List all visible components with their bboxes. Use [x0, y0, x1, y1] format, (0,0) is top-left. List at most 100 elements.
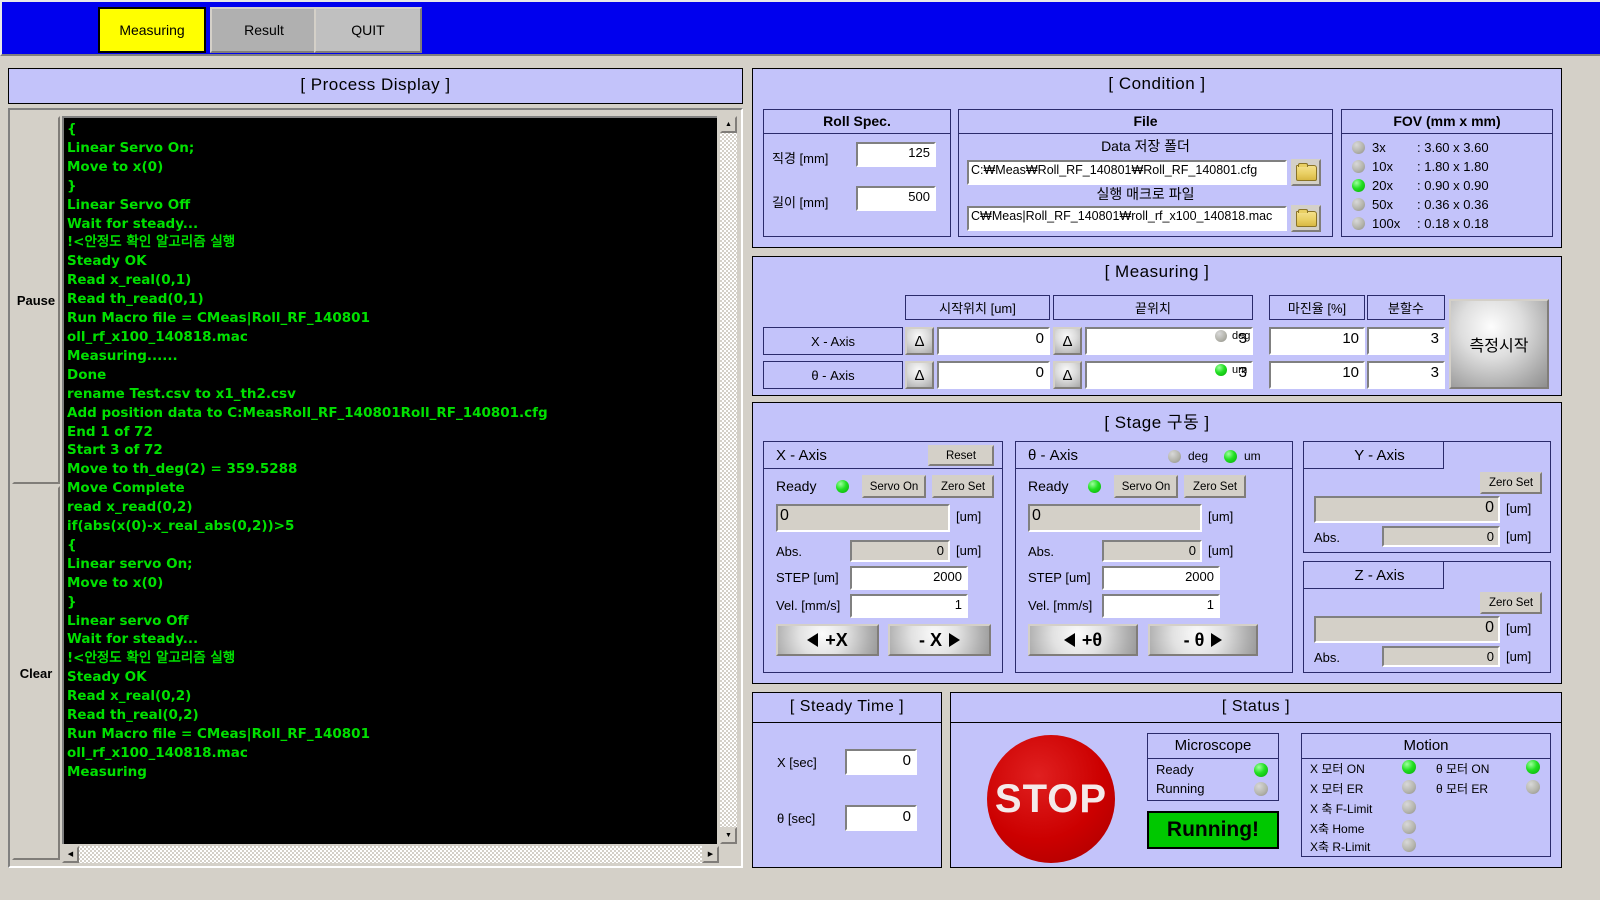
theta-ready-led-icon	[1088, 480, 1101, 493]
x-zero-set-button[interactable]: Zero Set	[932, 475, 994, 498]
theta-step-label: STEP [um]	[1028, 570, 1091, 585]
scroll-right-icon[interactable]: ▶	[702, 846, 719, 863]
theta-deg-label: deg	[1188, 449, 1209, 463]
tab-result-label: Result	[244, 22, 284, 38]
fov-mag-3x: 3x	[1372, 140, 1386, 155]
motion-title: Motion	[1302, 734, 1550, 759]
data-folder-browse-icon[interactable]	[1291, 159, 1321, 186]
measuring-x-start-input[interactable]: 0	[937, 327, 1050, 355]
theta-zero-set-button[interactable]: Zero Set	[1184, 475, 1246, 498]
theta-abs-label: Abs.	[1028, 544, 1055, 559]
fov-row[interactable]: 10x : 1.80 x 1.80	[1352, 157, 1489, 176]
measuring-x-start-delta-button[interactable]: Δ	[905, 327, 934, 355]
y-abs-readout: 0	[1382, 526, 1500, 547]
theta-um-led-icon	[1224, 450, 1237, 463]
x-jog-plus-label: +X	[825, 629, 848, 650]
macro-file-input[interactable]: C₩Meas|Roll_RF_140801₩roll_rf_x100_14081…	[967, 206, 1287, 231]
steady-theta-input[interactable]: 0	[845, 805, 917, 831]
stage-theta-axis-caption: θ - Axis	[1028, 446, 1079, 464]
z-zero-set-button[interactable]: Zero Set	[1480, 592, 1542, 614]
measuring-x-end-delta-button[interactable]: Δ	[1053, 327, 1082, 355]
x-vel-input[interactable]: 1	[850, 594, 968, 618]
steady-x-label: X [sec]	[777, 755, 817, 770]
x-jog-minus-button[interactable]: - X	[888, 624, 991, 656]
roll-length-input[interactable]: 500	[856, 186, 936, 211]
measuring-row-x-label: X - Axis	[763, 327, 903, 355]
z-zero-set-label: Zero Set	[1488, 597, 1534, 609]
console-vertical-scrollbar[interactable]: ▲ ▼	[720, 116, 737, 844]
theta-um-label: um	[1244, 449, 1261, 463]
theta-servo-on-button[interactable]: Servo On	[1114, 475, 1178, 498]
measuring-col-divisions: 분할수	[1367, 295, 1445, 320]
steady-x-input[interactable]: 0	[845, 749, 917, 775]
fov-row[interactable]: 100x : 0.18 x 0.18	[1352, 214, 1489, 233]
measuring-theta-start-delta-button[interactable]: Δ	[905, 361, 934, 389]
microscope-running-label: Running	[1156, 781, 1205, 796]
scroll-up-icon[interactable]: ▲	[720, 116, 737, 133]
tab-quit[interactable]: QUIT	[314, 7, 422, 53]
theta-step-input[interactable]: 2000	[1102, 566, 1220, 590]
data-folder-input[interactable]: C:₩Meas₩Roll_RF_140801₩Roll_RF_140801.cf…	[967, 160, 1287, 185]
stage-theta-axis-box: θ - Axis deg um Ready Servo On Zero Set …	[1015, 441, 1293, 673]
measuring-x-margin-input[interactable]: 10	[1269, 327, 1365, 355]
fov-row[interactable]: 20x : 0.90 x 0.90	[1352, 176, 1489, 195]
stop-button[interactable]: STOP	[987, 735, 1115, 863]
microscope-ready-label: Ready	[1156, 762, 1194, 777]
fov-group: FOV (mm x mm) 3x : 3.60 x 3.60 10x : 1.8…	[1341, 109, 1553, 237]
theta-jog-plus-label: +θ	[1081, 629, 1103, 650]
theta-vel-input[interactable]: 1	[1102, 594, 1220, 618]
macro-file-browse-icon[interactable]	[1291, 205, 1321, 232]
measuring-title: [ Measuring ]	[1104, 262, 1210, 281]
theta-jog-plus-button[interactable]: +θ	[1028, 624, 1138, 656]
left-arrow-icon	[807, 633, 819, 647]
measuring-col-end: 끝위치	[1053, 295, 1253, 320]
theta-abs-readout: 0	[1102, 540, 1202, 562]
x-servo-on-button[interactable]: Servo On	[862, 475, 926, 498]
pause-button[interactable]: Pause	[12, 116, 60, 484]
fov-row[interactable]: 3x : 3.60 x 3.60	[1352, 138, 1489, 157]
tab-quit-label: QUIT	[351, 22, 385, 38]
measuring-theta-margin-input[interactable]: 10	[1269, 361, 1365, 389]
measuring-unit-deg[interactable]: deg	[1215, 330, 1250, 342]
x-jog-plus-button[interactable]: +X	[776, 624, 879, 656]
motion-theta-motor-on-led-icon	[1526, 760, 1540, 774]
measuring-col-margin: 마진율 [%]	[1269, 295, 1365, 320]
theta-jog-minus-button[interactable]: - θ	[1148, 624, 1258, 656]
tab-result[interactable]: Result	[210, 7, 318, 53]
motion-theta-motor-er-label: θ 모터 ER	[1436, 782, 1489, 796]
fov-value-10x: : 1.80 x 1.80	[1417, 159, 1489, 174]
console-horizontal-scrollbar[interactable]: ◀ ▶	[62, 846, 719, 863]
roll-spec-title: Roll Spec.	[764, 110, 950, 134]
y-zero-set-button[interactable]: Zero Set	[1480, 472, 1542, 494]
tab-measuring[interactable]: Measuring	[98, 7, 206, 53]
fov-led-3x	[1352, 141, 1365, 154]
stage-z-axis-caption: Z - Axis	[1354, 566, 1405, 584]
motion-x-motor-on-led-icon	[1402, 760, 1416, 774]
process-log-text: { Linear Servo On; Move to x(0) } Linear…	[62, 116, 717, 844]
measuring-unit-um[interactable]: um	[1215, 364, 1247, 376]
right-arrow-icon	[1211, 633, 1223, 647]
left-arrow-icon	[1063, 633, 1075, 647]
roll-diameter-input[interactable]: 125	[856, 142, 936, 167]
scroll-left-icon[interactable]: ◀	[62, 846, 79, 863]
measuring-x-divisions-input[interactable]: 3	[1367, 327, 1445, 355]
start-measurement-button[interactable]: 측정시작	[1449, 299, 1549, 389]
fov-row[interactable]: 50x : 0.36 x 0.36	[1352, 195, 1489, 214]
condition-panel: [ Condition ] Roll Spec. 직경 [mm] 125 길이 …	[752, 68, 1562, 248]
measuring-theta-start-input[interactable]: 0	[937, 361, 1050, 389]
x-reset-button[interactable]: Reset	[928, 445, 994, 466]
clear-button[interactable]: Clear	[12, 486, 60, 860]
file-group-title: File	[959, 110, 1332, 134]
measuring-theta-divisions-input[interactable]: 3	[1367, 361, 1445, 389]
stage-x-axis-box: X - Axis Reset Ready Servo On Zero Set 0…	[763, 441, 1003, 673]
status-panel: [ Status ] STOP Microscope Ready Running…	[950, 692, 1562, 868]
measuring-theta-end-delta-button[interactable]: Δ	[1053, 361, 1082, 389]
x-step-input[interactable]: 2000	[850, 566, 968, 590]
x-vel-label: Vel. [mm/s]	[776, 598, 841, 613]
file-group: File Data 저장 폴더 C:₩Meas₩Roll_RF_140801₩R…	[958, 109, 1333, 237]
y-position-unit: [um]	[1506, 501, 1532, 516]
deg-led-icon	[1215, 330, 1227, 342]
theta-position-readout: 0	[1028, 504, 1202, 532]
scroll-down-icon[interactable]: ▼	[720, 827, 737, 844]
roll-spec-group: Roll Spec. 직경 [mm] 125 길이 [mm] 500	[763, 109, 951, 237]
